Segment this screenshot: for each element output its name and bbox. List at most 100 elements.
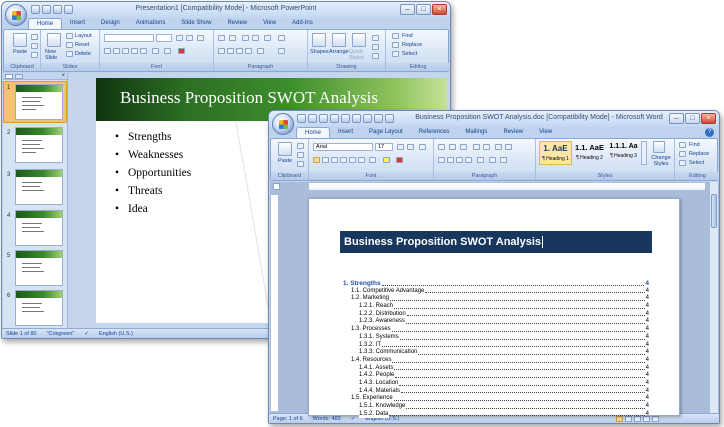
draft-view-icon[interactable] — [652, 415, 659, 422]
cut-icon[interactable] — [297, 143, 304, 149]
tab-view[interactable]: View — [531, 127, 560, 138]
vertical-scrollbar[interactable] — [709, 182, 718, 413]
ruler-toggle-icon[interactable] — [273, 183, 280, 190]
slide-bullet-list[interactable]: Strengths Weaknesses Opportunities Threa… — [115, 128, 191, 218]
tab-view[interactable]: View — [255, 18, 284, 29]
bullets-icon[interactable] — [218, 35, 225, 41]
line-spacing-icon[interactable] — [264, 35, 271, 41]
delete-button[interactable]: Delete — [75, 51, 91, 57]
toc-entry[interactable]: 1.4.3. Location 4 — [343, 379, 649, 388]
toc-entry[interactable]: 1.2. Marketing 4 — [343, 295, 649, 304]
align-center-icon[interactable] — [447, 157, 454, 163]
quick-styles-icon[interactable] — [352, 33, 366, 47]
slide-thumbnail-image[interactable] — [15, 84, 63, 120]
find-button[interactable]: Find — [689, 142, 700, 148]
find-button[interactable]: Find — [402, 33, 413, 39]
smartart-icon[interactable] — [278, 48, 285, 54]
font-name-combo[interactable]: Arial — [313, 143, 373, 151]
spellcheck-icon[interactable]: ✓ — [84, 331, 89, 337]
open-icon[interactable] — [341, 114, 350, 123]
numbering-icon[interactable] — [449, 144, 456, 150]
slide-thumbnail-2[interactable] — [15, 127, 63, 163]
increase-indent-icon[interactable] — [252, 35, 259, 41]
new-slide-icon[interactable] — [47, 33, 61, 47]
copy-icon[interactable] — [31, 43, 38, 49]
bold-icon[interactable] — [313, 157, 320, 163]
minimize-button[interactable]: – — [400, 4, 415, 15]
style-heading-3[interactable]: 1.1.1. Aa ¶ Heading 3 — [607, 141, 640, 165]
shading-icon[interactable] — [489, 157, 496, 163]
style-heading-2[interactable]: 1.1. AaE ¶ Heading 2 — [573, 141, 606, 165]
redo-icon[interactable] — [319, 114, 328, 123]
align-left-icon[interactable] — [438, 157, 445, 163]
horizontal-ruler[interactable] — [309, 183, 705, 191]
close-button[interactable]: × — [432, 4, 447, 15]
paste-icon[interactable] — [13, 33, 27, 47]
align-left-icon[interactable] — [218, 48, 225, 54]
toc-entry[interactable]: 1.3.2. IT 4 — [343, 341, 649, 350]
slides-tab[interactable] — [5, 74, 13, 79]
language-status[interactable]: English (U.S.) — [99, 331, 133, 337]
tab-home[interactable]: Home — [28, 18, 63, 29]
ppt-office-button[interactable] — [5, 4, 27, 26]
toc-entry[interactable]: 1.5.2. Data 4 — [343, 410, 649, 419]
close-button[interactable]: × — [701, 113, 716, 124]
tab-insert[interactable]: Insert — [330, 127, 361, 138]
line-spacing-icon[interactable] — [477, 157, 484, 163]
toc-entry[interactable]: 1.4.4. Materials 4 — [343, 387, 649, 396]
tab-slide-show[interactable]: Slide Show — [173, 18, 219, 29]
italic-icon[interactable] — [322, 157, 329, 163]
toc-entry[interactable]: 1.4.1. Assets 4 — [343, 364, 649, 373]
multilevel-list-icon[interactable] — [460, 144, 467, 150]
show-marks-icon[interactable] — [505, 144, 512, 150]
change-styles-icon[interactable] — [653, 141, 665, 153]
paste-icon[interactable] — [278, 142, 292, 156]
align-center-icon[interactable] — [227, 48, 234, 54]
shrink-font-icon[interactable] — [186, 35, 193, 41]
outline-tab[interactable] — [15, 74, 23, 79]
justify-icon[interactable] — [465, 157, 472, 163]
decrease-indent-icon[interactable] — [242, 35, 249, 41]
replace-button[interactable]: Replace — [402, 42, 422, 48]
vertical-ruler[interactable] — [271, 195, 279, 411]
italic-icon[interactable] — [113, 48, 120, 54]
slide-thumbnail-3[interactable] — [15, 169, 63, 205]
toc-entry[interactable]: 1.2.3. Awareness 4 — [343, 318, 649, 327]
change-case-icon[interactable] — [369, 157, 376, 163]
scroll-thumb[interactable] — [711, 194, 717, 228]
tab-mailings[interactable]: Mailings — [457, 127, 495, 138]
toc-entry[interactable]: 1.2.2. Distribution 4 — [343, 310, 649, 319]
borders-icon[interactable] — [500, 157, 507, 163]
copy-icon[interactable] — [297, 152, 304, 158]
slide-thumbnail-5[interactable] — [15, 250, 63, 286]
layout-button[interactable]: Layout — [75, 33, 92, 39]
strikethrough-icon[interactable] — [131, 48, 138, 54]
underline-icon[interactable] — [331, 157, 338, 163]
shapes-button[interactable]: Shapes — [310, 49, 329, 55]
toc-entry[interactable]: 1.5.1. Knowledge 4 — [343, 403, 649, 411]
styles-scroll[interactable] — [641, 141, 647, 165]
align-right-icon[interactable] — [236, 48, 243, 54]
format-painter-icon[interactable] — [31, 52, 38, 58]
underline-icon[interactable] — [122, 48, 129, 54]
new-slide-button[interactable]: New Slide — [45, 49, 63, 61]
format-painter-icon[interactable] — [297, 161, 304, 167]
font-color-icon[interactable] — [396, 157, 403, 163]
clear-formatting-icon[interactable] — [197, 35, 204, 41]
select-button[interactable]: Select — [402, 51, 417, 57]
word-count-status[interactable]: Words: 483 — [313, 416, 341, 422]
shadow-icon[interactable] — [140, 48, 147, 54]
tab-insert[interactable]: Insert — [62, 18, 93, 29]
slide-title[interactable]: Business Proposition SWOT Analysis — [120, 88, 378, 108]
change-styles-button[interactable]: Change Styles — [649, 155, 673, 167]
sort-icon[interactable] — [495, 144, 502, 150]
shapes-icon[interactable] — [312, 33, 326, 47]
font-name-combo[interactable] — [104, 34, 154, 42]
paste-button[interactable]: Paste — [278, 158, 292, 164]
tab-add-ins[interactable]: Add-Ins — [284, 18, 321, 29]
select-button[interactable]: Select — [689, 160, 704, 166]
toc-entry[interactable]: 1.3. Processes 4 — [343, 326, 649, 334]
toc-entry[interactable]: 1.3.3. Communication 4 — [343, 349, 649, 357]
cut-icon[interactable] — [31, 34, 38, 40]
shape-effects-icon[interactable] — [372, 53, 379, 59]
